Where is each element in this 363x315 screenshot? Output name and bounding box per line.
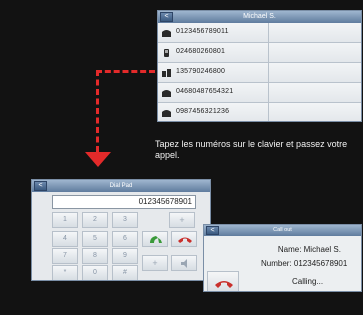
speaker-icon xyxy=(181,259,187,268)
key-hash[interactable]: # xyxy=(112,265,138,280)
instruction-text: Tapez les numéros sur le clavier et pass… xyxy=(155,139,348,160)
dial-pad-window: < Dial Pad 012345678901 1 2 3 4 5 6 7 8 … xyxy=(31,179,211,281)
volume-button[interactable] xyxy=(171,255,197,271)
caller-number: Number: 012345678901 xyxy=(261,259,348,268)
contact-number-row[interactable]: 0123456789011 xyxy=(158,23,361,43)
caller-name: Name: Michael S. xyxy=(277,245,341,254)
callout-back-button[interactable]: < xyxy=(206,226,219,235)
callout-titlebar: < Call out xyxy=(204,225,361,236)
contact-number-row[interactable]: 024680260801 xyxy=(158,43,361,63)
contact-back-button[interactable]: < xyxy=(160,12,173,22)
dialpad-titlebar: < Dial Pad xyxy=(32,180,210,192)
contact-number-row[interactable]: 135790246800 xyxy=(158,63,361,83)
key-2[interactable]: 2 xyxy=(82,212,108,228)
key-8[interactable]: 8 xyxy=(82,248,108,264)
key-3[interactable]: 3 xyxy=(112,212,138,228)
hang-up-icon xyxy=(178,237,192,243)
contact-number: 024680260801 xyxy=(176,48,226,55)
add-contact-button[interactable]: + xyxy=(169,212,195,228)
phone-icon xyxy=(162,90,171,97)
phone-icon xyxy=(162,30,171,37)
contact-number: 0123456789011 xyxy=(176,28,229,35)
contact-number: 0987456321236 xyxy=(176,108,230,115)
options-button[interactable]: + xyxy=(142,255,168,271)
contact-number: 135790246800 xyxy=(176,68,226,75)
contact-details-window: < Michael S. 0123456789011 024680260801 … xyxy=(157,10,362,122)
callout-title: Call out xyxy=(273,227,292,233)
hang-up-button[interactable] xyxy=(171,231,197,247)
key-9[interactable]: 9 xyxy=(112,248,138,264)
contact-title: Michael S. xyxy=(243,13,276,20)
contact-number: 04680487654321 xyxy=(176,88,234,95)
phone-icon xyxy=(162,110,171,117)
dial-number-display[interactable]: 012345678901 xyxy=(52,195,196,209)
contact-titlebar: < Michael S. xyxy=(158,11,361,23)
key-1[interactable]: 1 xyxy=(52,212,78,228)
call-status: Calling... xyxy=(292,277,324,286)
contact-number-list: 0123456789011 024680260801 135790246800 … xyxy=(158,23,361,121)
hang-up-icon xyxy=(215,281,233,288)
phone-call-icon xyxy=(150,236,162,243)
contact-number-row[interactable]: 04680487654321 xyxy=(158,83,361,103)
dialpad-back-button[interactable]: < xyxy=(34,181,47,191)
contact-number-row[interactable]: 0987456321236 xyxy=(158,103,361,121)
key-5[interactable]: 5 xyxy=(82,231,108,247)
dialpad-title: Dial Pad xyxy=(109,183,133,189)
call-button[interactable] xyxy=(142,231,168,247)
end-call-button[interactable] xyxy=(207,271,239,291)
key-0[interactable]: 0 xyxy=(82,265,108,280)
key-star[interactable]: * xyxy=(52,265,78,280)
key-4[interactable]: 4 xyxy=(52,231,78,247)
office-building-icon xyxy=(162,69,171,77)
call-out-window: < Call out Name: Michael S. Number: 0123… xyxy=(203,224,362,292)
arrow-line-vertical xyxy=(96,70,99,152)
mobile-phone-icon xyxy=(164,49,169,57)
arrow-down-icon xyxy=(85,152,111,167)
arrow-line-horizontal xyxy=(96,70,155,73)
key-7[interactable]: 7 xyxy=(52,248,78,264)
key-6[interactable]: 6 xyxy=(112,231,138,247)
